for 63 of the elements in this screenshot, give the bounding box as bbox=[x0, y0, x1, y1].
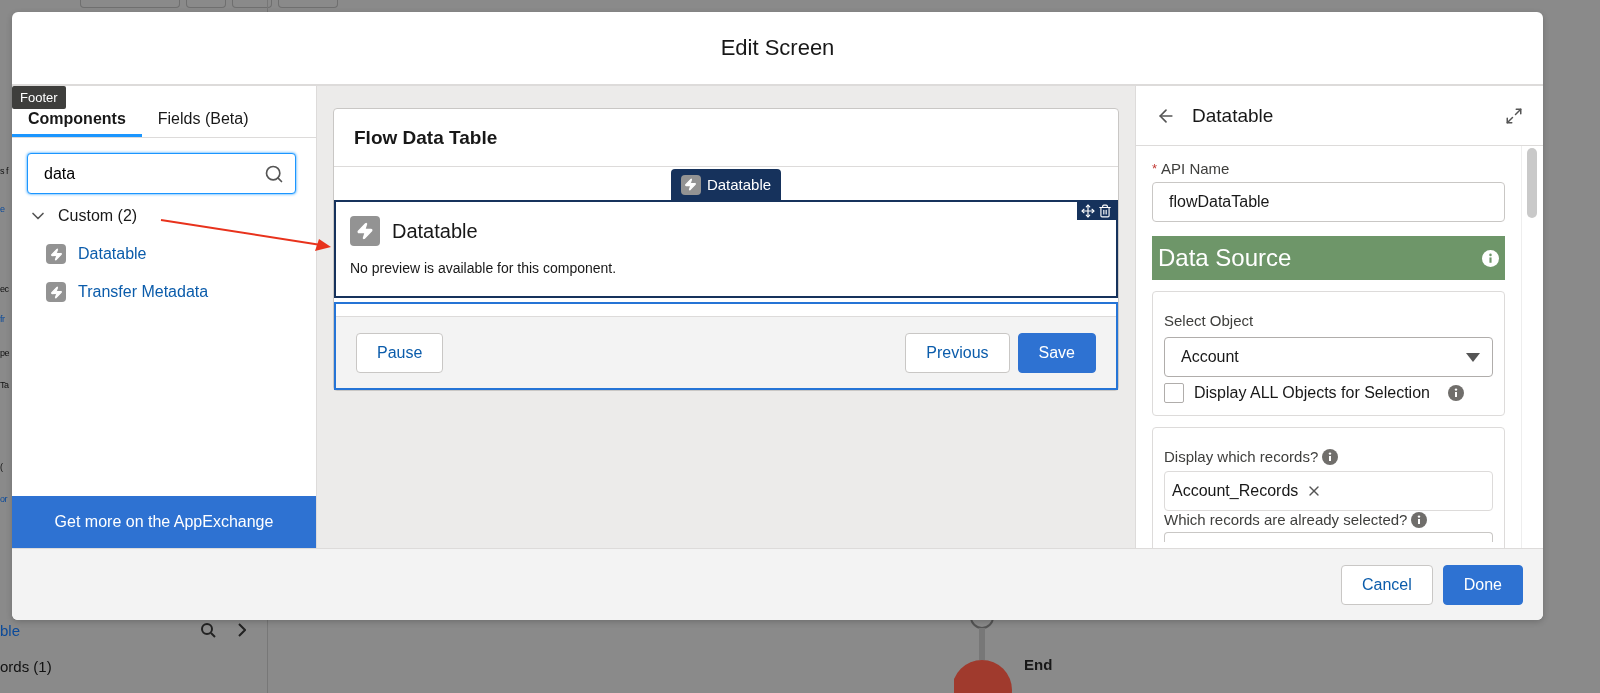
background-text: Ta bbox=[0, 380, 9, 392]
info-icon bbox=[1322, 448, 1339, 465]
info-icon bbox=[1447, 385, 1464, 401]
lightning-icon bbox=[350, 216, 380, 246]
object-select[interactable]: Account bbox=[1164, 337, 1493, 377]
section-header: Data Source bbox=[1152, 236, 1505, 280]
info-icon bbox=[1482, 249, 1499, 267]
tree-group[interactable]: Custom (2) bbox=[28, 206, 138, 226]
chevron-right-icon bbox=[238, 623, 246, 637]
dropdown-triangle-icon bbox=[1466, 352, 1480, 362]
trash-icon[interactable] bbox=[1098, 204, 1112, 218]
lightning-icon bbox=[680, 174, 701, 195]
component-link[interactable]: Transfer Metadata bbox=[46, 282, 316, 302]
field-label: * API Name bbox=[1152, 160, 1231, 177]
background-text: pe bbox=[0, 348, 9, 360]
dialog-title: Edit Screen bbox=[720, 35, 835, 61]
toolbar-button[interactable] bbox=[80, 0, 180, 8]
component-title: Datatable bbox=[392, 219, 478, 243]
search-field[interactable]: data bbox=[27, 153, 296, 194]
background-text: fr bbox=[0, 314, 5, 326]
checkbox-label: Display ALL Objects for Selection bbox=[1194, 384, 1430, 402]
flow-button[interactable]: Save bbox=[1017, 332, 1096, 373]
flow-button[interactable]: Previous bbox=[905, 332, 1010, 373]
api-name-field[interactable]: flowDataTable bbox=[1152, 182, 1505, 222]
flow-button[interactable]: Pause bbox=[356, 332, 444, 373]
component-frame[interactable]: Datatable No preview is available for this component. bbox=[334, 200, 1118, 298]
required-mark: * bbox=[1152, 161, 1158, 176]
preview-message: No preview is available for this component. bbox=[350, 260, 618, 276]
background-text: ble bbox=[0, 621, 22, 639]
background-text: or bbox=[0, 494, 7, 506]
search-icon bbox=[201, 622, 216, 638]
component-link[interactable]: Datatable bbox=[46, 244, 316, 264]
search-icon bbox=[264, 164, 284, 184]
field-label: Which records are already selected? bbox=[1164, 511, 1408, 528]
tooltip: Footer bbox=[12, 86, 66, 109]
move-icon[interactable] bbox=[1081, 204, 1095, 218]
lightning-icon bbox=[46, 244, 66, 264]
end-label: End bbox=[1024, 656, 1053, 673]
dialog-button[interactable]: Cancel bbox=[1340, 564, 1433, 605]
screen-title: Flow Data Table bbox=[334, 109, 1118, 167]
background-text: ords (1) bbox=[0, 657, 53, 675]
panel-tab[interactable]: Fields (Beta) bbox=[141, 86, 265, 137]
toolbar-button[interactable] bbox=[232, 0, 272, 8]
info-icon bbox=[1411, 511, 1428, 528]
background-text: ec bbox=[0, 284, 9, 296]
toolbar-button[interactable] bbox=[186, 0, 226, 8]
panel-title: Datatable bbox=[1192, 104, 1275, 127]
scrollbar-thumb[interactable] bbox=[1527, 148, 1537, 218]
checkbox[interactable] bbox=[1164, 383, 1184, 403]
input-field[interactable] bbox=[1164, 532, 1493, 542]
dialog-button[interactable]: Done bbox=[1442, 564, 1523, 605]
component-tab[interactable]: Datatable bbox=[670, 169, 782, 200]
field-label: Display which records? bbox=[1164, 448, 1319, 465]
appexchange-button[interactable]: Get more on the AppExchange bbox=[12, 496, 316, 548]
background-text: s f bbox=[0, 166, 8, 178]
lightning-icon bbox=[46, 282, 66, 302]
background-text: ( bbox=[0, 462, 3, 474]
field-label: Select Object bbox=[1164, 312, 1255, 329]
expand-icon[interactable] bbox=[1505, 106, 1523, 125]
background-text: e bbox=[0, 204, 5, 216]
footer-frame[interactable]: Pause Previous Save bbox=[334, 302, 1118, 390]
record-field[interactable]: Account_Records bbox=[1164, 471, 1493, 511]
toolbar-button[interactable] bbox=[278, 0, 338, 8]
